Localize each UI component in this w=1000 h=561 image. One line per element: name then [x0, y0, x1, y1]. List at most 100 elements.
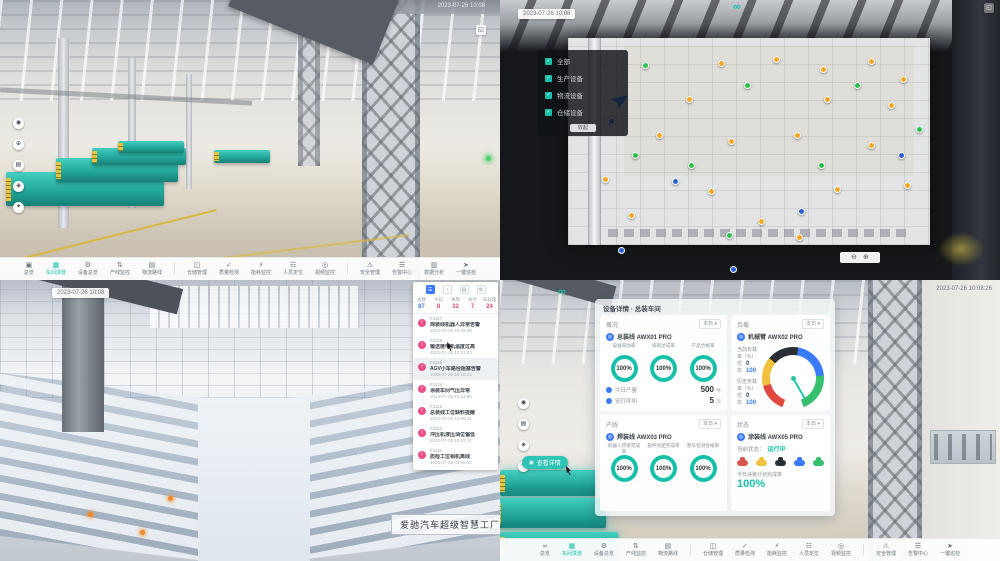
alarm-tab-0[interactable]: ☰ — [426, 285, 435, 294]
alarm-list-item[interactable]: !F1112冲压机液压油位偏低2023-07-26 10:02:17 — [413, 424, 498, 446]
highlighted-machine[interactable] — [500, 470, 596, 496]
map-marker-orange[interactable] — [758, 218, 765, 225]
map-marker-orange[interactable] — [773, 56, 780, 63]
range-dropdown[interactable]: 本日 ▾ — [802, 419, 824, 429]
car-icon[interactable] — [813, 460, 824, 466]
toolbar-item-5[interactable]: ◫仓储管理 — [703, 543, 723, 557]
collapse-button[interactable]: 收起 — [570, 124, 596, 132]
map-marker-orange[interactable] — [904, 182, 911, 189]
map-marker-blue[interactable] — [672, 178, 679, 185]
map-marker-orange[interactable] — [900, 76, 907, 83]
map-marker-orange[interactable] — [656, 132, 663, 139]
range-dropdown[interactable]: 本日 ▾ — [699, 319, 721, 329]
toolbar-item-3[interactable]: ⇅产线监控 — [626, 543, 646, 557]
map-marker-orange[interactable] — [686, 96, 693, 103]
toolbar-item-8[interactable]: ☷人员定位 — [283, 262, 303, 276]
map-marker-orange[interactable] — [796, 234, 803, 241]
machine-tooltip[interactable]: ▣ 查看详情 — [522, 456, 568, 469]
viewport-map[interactable]: ✓全部✓生产设备✓物流设备✓仓储设备 收起 ⊖ ⊕ 2023-07-26 10:… — [500, 0, 1000, 280]
map-marker-orange[interactable] — [824, 96, 831, 103]
car-icon[interactable] — [756, 460, 767, 466]
map-marker-blue[interactable] — [798, 208, 805, 215]
locate-hotspot-button[interactable]: ⊕ — [13, 139, 24, 150]
map-marker-green[interactable] — [726, 232, 733, 239]
map-marker-orange[interactable] — [834, 186, 841, 193]
alarm-tab-2[interactable]: ▤ — [460, 285, 469, 294]
map-marker-orange[interactable] — [820, 66, 827, 73]
alarm-tab-1[interactable]: ◔ — [443, 285, 452, 294]
map-marker-green[interactable] — [632, 152, 639, 159]
alarm-list-item[interactable]: !F1117焊装线机器人异常告警2023-07-26 10:25:08 — [413, 314, 498, 336]
camera-hotspot-button[interactable]: ◉ — [518, 398, 529, 409]
toolbar-item-0[interactable]: ∞总览 — [540, 543, 550, 557]
fullscreen-icon[interactable]: ◱ — [984, 3, 994, 13]
map-marker-orange[interactable] — [728, 138, 735, 145]
viewport-3d-perspective[interactable]: 2023-07-26 10:08 ◱ ◉⊕▤◈✦ ▣总览▦车间漫游⚙设备总览⇅产… — [0, 0, 500, 280]
alarm-list-item[interactable]: !F1113总装线工位缺料提醒2023-07-26 10:08:31 — [413, 402, 498, 424]
viewport-aisle[interactable]: 2023-07-26 10:08 ☰◔▤⚙ 总数87今日8本周32本月7未处理2… — [0, 280, 500, 561]
layers-hotspot-button[interactable]: ▤ — [13, 160, 24, 171]
car-icon[interactable] — [775, 460, 786, 466]
layer-row-1[interactable]: ✓生产设备 — [545, 73, 621, 83]
zoom-out-icon[interactable]: ⊖ — [851, 252, 857, 263]
map-marker-orange[interactable] — [718, 60, 725, 67]
toolbar-item-12[interactable]: ➤一键巡检 — [940, 543, 960, 557]
map-marker-orange[interactable] — [868, 142, 875, 149]
star-hotspot-button[interactable]: ✦ — [13, 202, 24, 213]
toolbar-item-7[interactable]: ⚡能耗监控 — [251, 262, 271, 276]
map-marker-green[interactable] — [854, 82, 861, 89]
map-marker-green[interactable] — [688, 162, 695, 169]
map-marker-blue[interactable] — [898, 152, 905, 159]
checkbox-checked-icon[interactable]: ✓ — [545, 58, 552, 65]
toolbar-item-11[interactable]: ☰告警中心 — [908, 543, 928, 557]
toolbar-item-1[interactable]: ▦车间漫游 — [562, 543, 582, 557]
map-marker-orange[interactable] — [868, 58, 875, 65]
layer-row-3[interactable]: ✓仓储设备 — [545, 107, 621, 117]
camera-hotspot-button[interactable]: ◉ — [13, 118, 24, 129]
layer-row-2[interactable]: ✓物流设备 — [545, 90, 621, 100]
checkbox-checked-icon[interactable]: ✓ — [545, 109, 552, 116]
toolbar-item-9[interactable]: ◎视频监控 — [831, 543, 851, 557]
layer-row-0[interactable]: ✓全部 — [545, 56, 621, 66]
zoom-in-icon[interactable]: ⊕ — [863, 252, 869, 263]
layers-hotspot-button[interactable]: ▤ — [518, 419, 529, 430]
toolbar-item-4[interactable]: ▤物流路线 — [658, 543, 678, 557]
highlighted-machine[interactable] — [500, 498, 606, 528]
toolbar-item-6[interactable]: ✓质量检测 — [219, 262, 239, 276]
minimize-icon[interactable]: ◱ — [476, 25, 486, 35]
map-marker-orange[interactable] — [628, 212, 635, 219]
alarm-list-item[interactable]: !F1116输送链电机温度过高2023-07-26 10:21:43 — [413, 336, 498, 358]
map-marker-blue[interactable] — [730, 266, 737, 273]
toolbar-item-10[interactable]: ⚠安全管理 — [360, 262, 380, 276]
toolbar-item-9[interactable]: ◎视频监控 — [315, 262, 335, 276]
toolbar-item-1[interactable]: ▦车间漫游 — [46, 262, 66, 276]
map-marker-orange[interactable] — [794, 132, 801, 139]
toolbar-item-13[interactable]: ➤一键巡检 — [456, 262, 476, 276]
toolbar-item-2[interactable]: ⚙设备总览 — [78, 262, 98, 276]
marker-hotspot-button[interactable]: ◈ — [518, 440, 529, 451]
alarm-list-item[interactable]: !F1114涂装车间气压异常2023-07-26 10:12:55 — [413, 380, 498, 402]
map-marker-green[interactable] — [744, 82, 751, 89]
toolbar-item-12[interactable]: ▥数据分析 — [424, 262, 444, 276]
car-icon[interactable] — [794, 460, 805, 466]
viewport-dashboard[interactable]: ∞ 2023-07-26 10:08:26 ◉▤◈✦ ▣ 查看详情 设备详情 ·… — [500, 280, 1000, 561]
toolbar-item-4[interactable]: ▤物流路线 — [142, 262, 162, 276]
map-marker-green[interactable] — [642, 62, 649, 69]
map-marker-blue[interactable] — [618, 247, 625, 254]
map-marker-green[interactable] — [818, 162, 825, 169]
toolbar-item-5[interactable]: ◫仓储管理 — [187, 262, 207, 276]
checkbox-checked-icon[interactable]: ✓ — [545, 92, 552, 99]
map-marker-green[interactable] — [916, 126, 923, 133]
toolbar-item-2[interactable]: ⚙设备总览 — [594, 543, 614, 557]
toolbar-item-10[interactable]: ⚠安全管理 — [876, 543, 896, 557]
alarm-list-item[interactable]: !F1111质检工位相机离线2023-07-26 09:58:02 — [413, 446, 498, 468]
checkbox-checked-icon[interactable]: ✓ — [545, 75, 552, 82]
map-zoom-control[interactable]: ⊖ ⊕ — [840, 252, 880, 263]
toolbar-item-7[interactable]: ⚡能耗监控 — [767, 543, 787, 557]
range-dropdown[interactable]: 本日 ▾ — [802, 319, 824, 329]
toolbar-item-11[interactable]: ☰告警中心 — [392, 262, 412, 276]
toolbar-item-3[interactable]: ⇅产线监控 — [110, 262, 130, 276]
toolbar-item-8[interactable]: ☷人员定位 — [799, 543, 819, 557]
map-marker-orange[interactable] — [888, 102, 895, 109]
alarm-tab-3[interactable]: ⚙ — [477, 285, 486, 294]
